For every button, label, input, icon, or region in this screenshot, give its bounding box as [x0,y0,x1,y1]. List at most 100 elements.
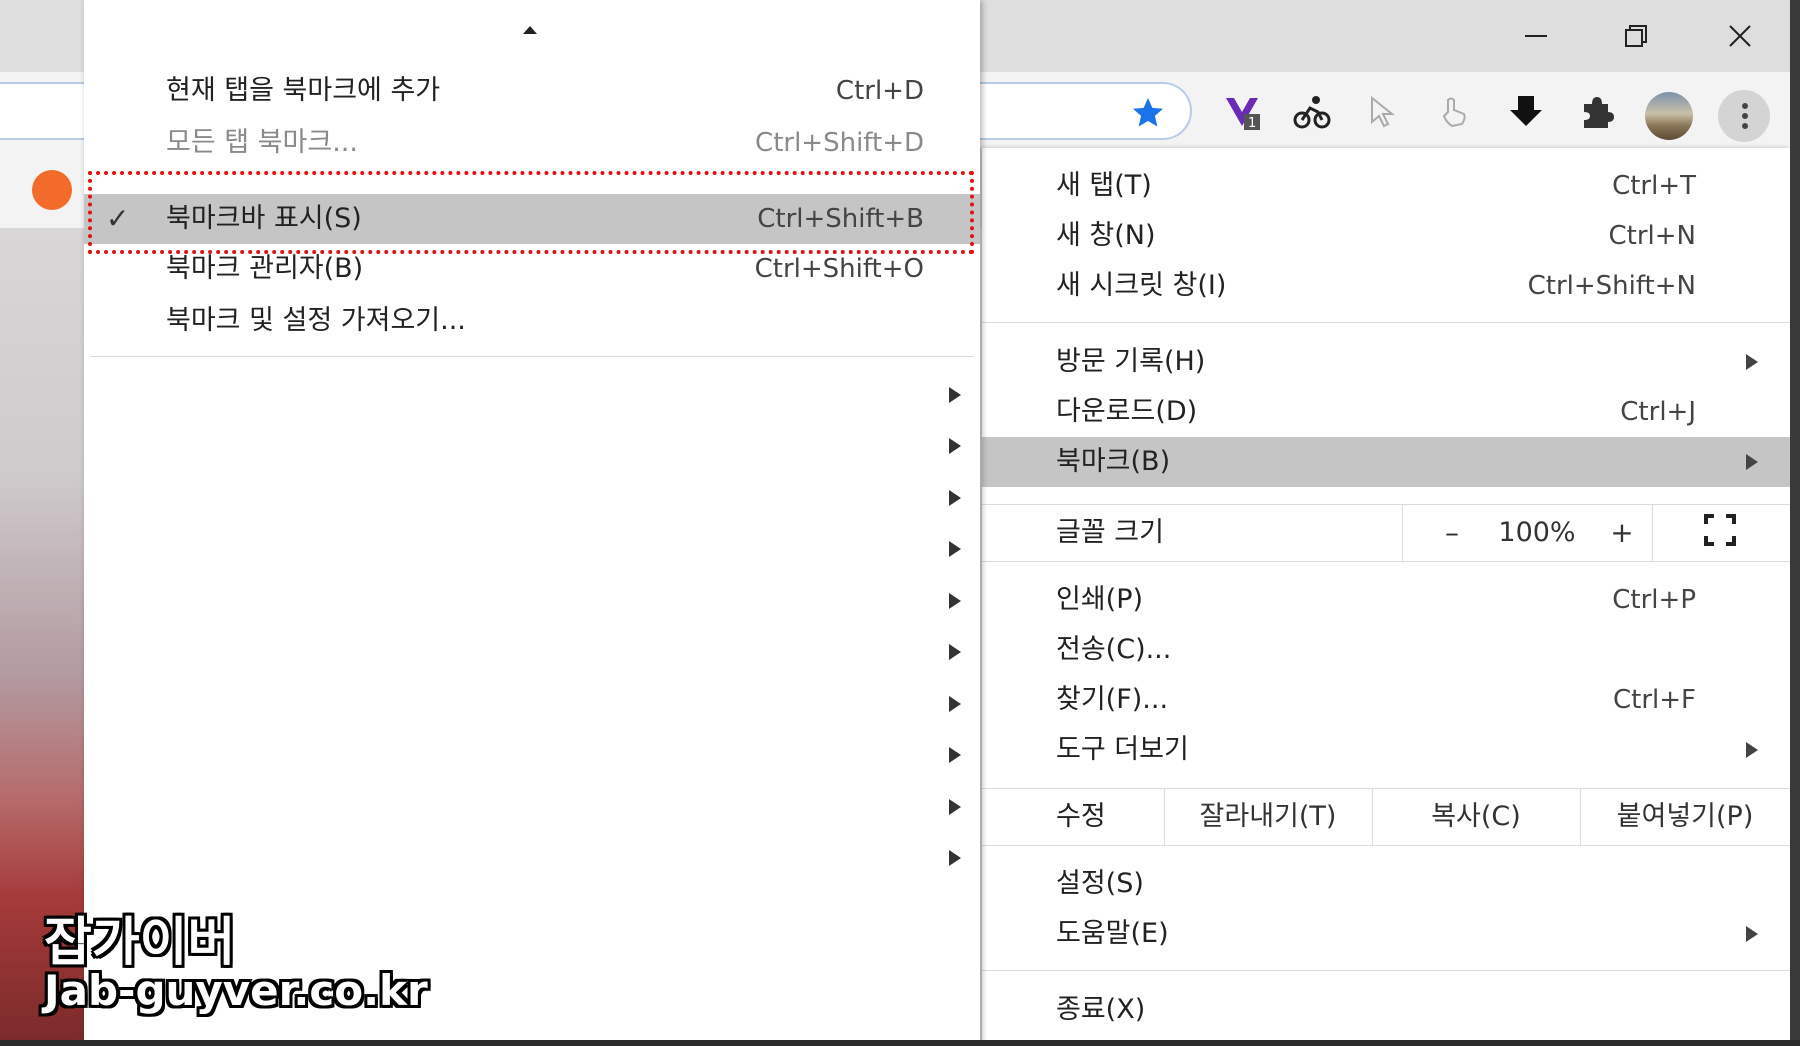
submenu-item-shortcut: Ctrl+Shift+D [755,128,924,158]
submenu-arrow-icon [1746,926,1758,942]
folder-submenu-arrow-icon[interactable] [949,387,961,403]
copy-button[interactable]: 복사(C) [1372,792,1580,842]
menu-item-shortcut: Ctrl+T [1612,171,1696,201]
submenu-arrow-icon [1746,454,1758,470]
dot [1742,113,1748,119]
menu-item-history[interactable]: 방문 기록(H) [982,337,1790,387]
menu-item-help[interactable]: 도움말(E) [982,909,1790,959]
folder-submenu-arrow-icon[interactable] [949,644,961,660]
dot [1742,123,1748,129]
menu-item-more-tools[interactable]: 도구 더보기 [982,725,1790,775]
svg-text:1: 1 [1248,116,1256,131]
cut-button[interactable]: 잘라내기(T) [1164,792,1372,842]
watermark-title: 잡가이버 [44,913,236,973]
menu-item-zoom: 글꼴 크기 [982,505,1790,561]
submenu-item-label: 모든 탭 북마크... [166,127,358,158]
submenu-item-label: 현재 탭을 북마크에 추가 [166,75,441,106]
window-edge [0,1040,1800,1046]
watermark-url: Jab-guyver.co.kr [44,966,428,1015]
menu-item-label: 북마크(B) [1056,446,1171,477]
menu-separator [982,322,1790,323]
menu-item-cast[interactable]: 전송(C)... [982,625,1790,675]
menu-item-shortcut: Ctrl+P [1612,585,1696,615]
restore-button[interactable] [1596,0,1676,72]
submenu-separator [90,356,974,357]
menu-item-label: 인쇄(P) [1056,584,1144,615]
profile-avatar[interactable] [1645,92,1693,140]
menu-item-exit[interactable]: 종료(X) [982,985,1790,1035]
menu-item-shortcut: Ctrl+Shift+N [1527,271,1696,301]
menu-item-label: 글꼴 크기 [1056,517,1164,548]
folder-submenu-arrow-icon[interactable] [949,799,961,815]
submenu-arrow-icon [1746,354,1758,370]
menu-item-shortcut: Ctrl+F [1612,685,1696,715]
menu-item-shortcut: Ctrl+J [1620,397,1696,427]
download-arrow-icon[interactable] [1506,92,1546,132]
menu-item-new-tab[interactable]: 새 탭(T) Ctrl+T [982,161,1790,211]
menu-item-find[interactable]: 찾기(F)... Ctrl+F [982,675,1790,725]
menu-item-print[interactable]: 인쇄(P) Ctrl+P [982,575,1790,625]
folder-submenu-arrow-icon[interactable] [949,850,961,866]
puzzle-icon[interactable] [1576,92,1616,132]
menu-item-settings[interactable]: 설정(S) [982,859,1790,909]
menu-item-label: 설정(S) [1056,868,1144,899]
close-icon [1729,25,1751,47]
paste-button[interactable]: 붙여넣기(P) [1580,792,1790,842]
vue-devtools-icon[interactable]: 1 [1222,92,1262,132]
menu-item-bookmarks[interactable]: 북마크(B) [982,437,1790,487]
window-edge [1790,0,1800,1046]
menu-item-new-window[interactable]: 새 창(N) Ctrl+N [982,211,1790,261]
zoom-in-button[interactable]: + [1592,508,1652,558]
menu-item-label: 전송(C)... [1056,634,1172,665]
folder-submenu-arrow-icon[interactable] [949,541,961,557]
menu-item-incognito[interactable]: 새 시크릿 창(I) Ctrl+Shift+N [982,261,1790,311]
menu-item-label: 종료(X) [1056,994,1146,1025]
submenu-arrow-icon [1746,742,1758,758]
menu-item-label: 도구 더보기 [1056,734,1189,765]
menu-item-label: 새 탭(T) [1056,170,1152,201]
menu-item-label: 다운로드(D) [1056,396,1198,427]
menu-separator [982,970,1790,971]
folder-submenu-arrow-icon[interactable] [949,696,961,712]
minimize-icon [1525,35,1547,37]
menu-item-label: 수정 [1056,801,1106,832]
menu-item-label: 찾기(F)... [1056,684,1169,715]
menu-item-label: 새 시크릿 창(I) [1056,270,1227,301]
fullscreen-icon [1704,514,1736,546]
submenu-item-shortcut: Ctrl+D [835,76,924,106]
menu-item-label: 방문 기록(H) [1056,346,1206,377]
more-menu-button[interactable] [1718,90,1770,142]
menu-item-label: 새 창(N) [1056,220,1156,251]
submenu-item-add-bookmark[interactable]: 현재 탭을 북마크에 추가 Ctrl+D [84,66,980,116]
folder-submenu-arrow-icon[interactable] [949,593,961,609]
submenu-item-import-bookmarks[interactable]: 북마크 및 설정 가져오기... [84,296,980,346]
bookmark-star-icon[interactable] [1130,95,1166,131]
bookmark-submenu: 현재 탭을 북마크에 추가 Ctrl+D 모든 탭 북마크... Ctrl+Sh… [84,0,980,1046]
zoom-out-button[interactable]: – [1422,508,1482,558]
zoom-level: 100% [1498,517,1576,548]
utorrent-icon[interactable] [32,170,72,210]
minimize-button[interactable] [1496,0,1576,72]
menu-separator [982,845,1790,846]
menu-separator [982,561,1790,562]
folder-submenu-arrow-icon[interactable] [949,438,961,454]
scroll-up-arrow-icon[interactable] [523,26,537,34]
folder-submenu-arrow-icon[interactable] [949,490,961,506]
zoom-divider [1652,505,1653,561]
folder-submenu-arrow-icon[interactable] [949,747,961,763]
submenu-item-bookmark-all-tabs[interactable]: 모든 탭 북마크... Ctrl+Shift+D [84,118,980,168]
hand-pointer-icon[interactable] [1434,92,1474,132]
close-window-button[interactable] [1700,0,1780,72]
fullscreen-button[interactable] [1702,512,1738,548]
menu-item-shortcut: Ctrl+N [1608,221,1697,251]
chrome-main-menu: 새 탭(T) Ctrl+T 새 창(N) Ctrl+N 새 시크릿 창(I) C… [982,148,1790,1046]
annotation-highlight-box [88,171,974,254]
submenu-item-label: 북마크 및 설정 가져오기... [166,305,466,336]
menu-item-downloads[interactable]: 다운로드(D) Ctrl+J [982,387,1790,437]
menu-item-label: 도움말(E) [1056,918,1169,949]
dot [1742,103,1748,109]
zoom-divider [1402,505,1403,561]
restore-icon [1625,25,1647,47]
cyclist-icon[interactable] [1292,92,1332,132]
cursor-icon[interactable] [1364,92,1404,132]
